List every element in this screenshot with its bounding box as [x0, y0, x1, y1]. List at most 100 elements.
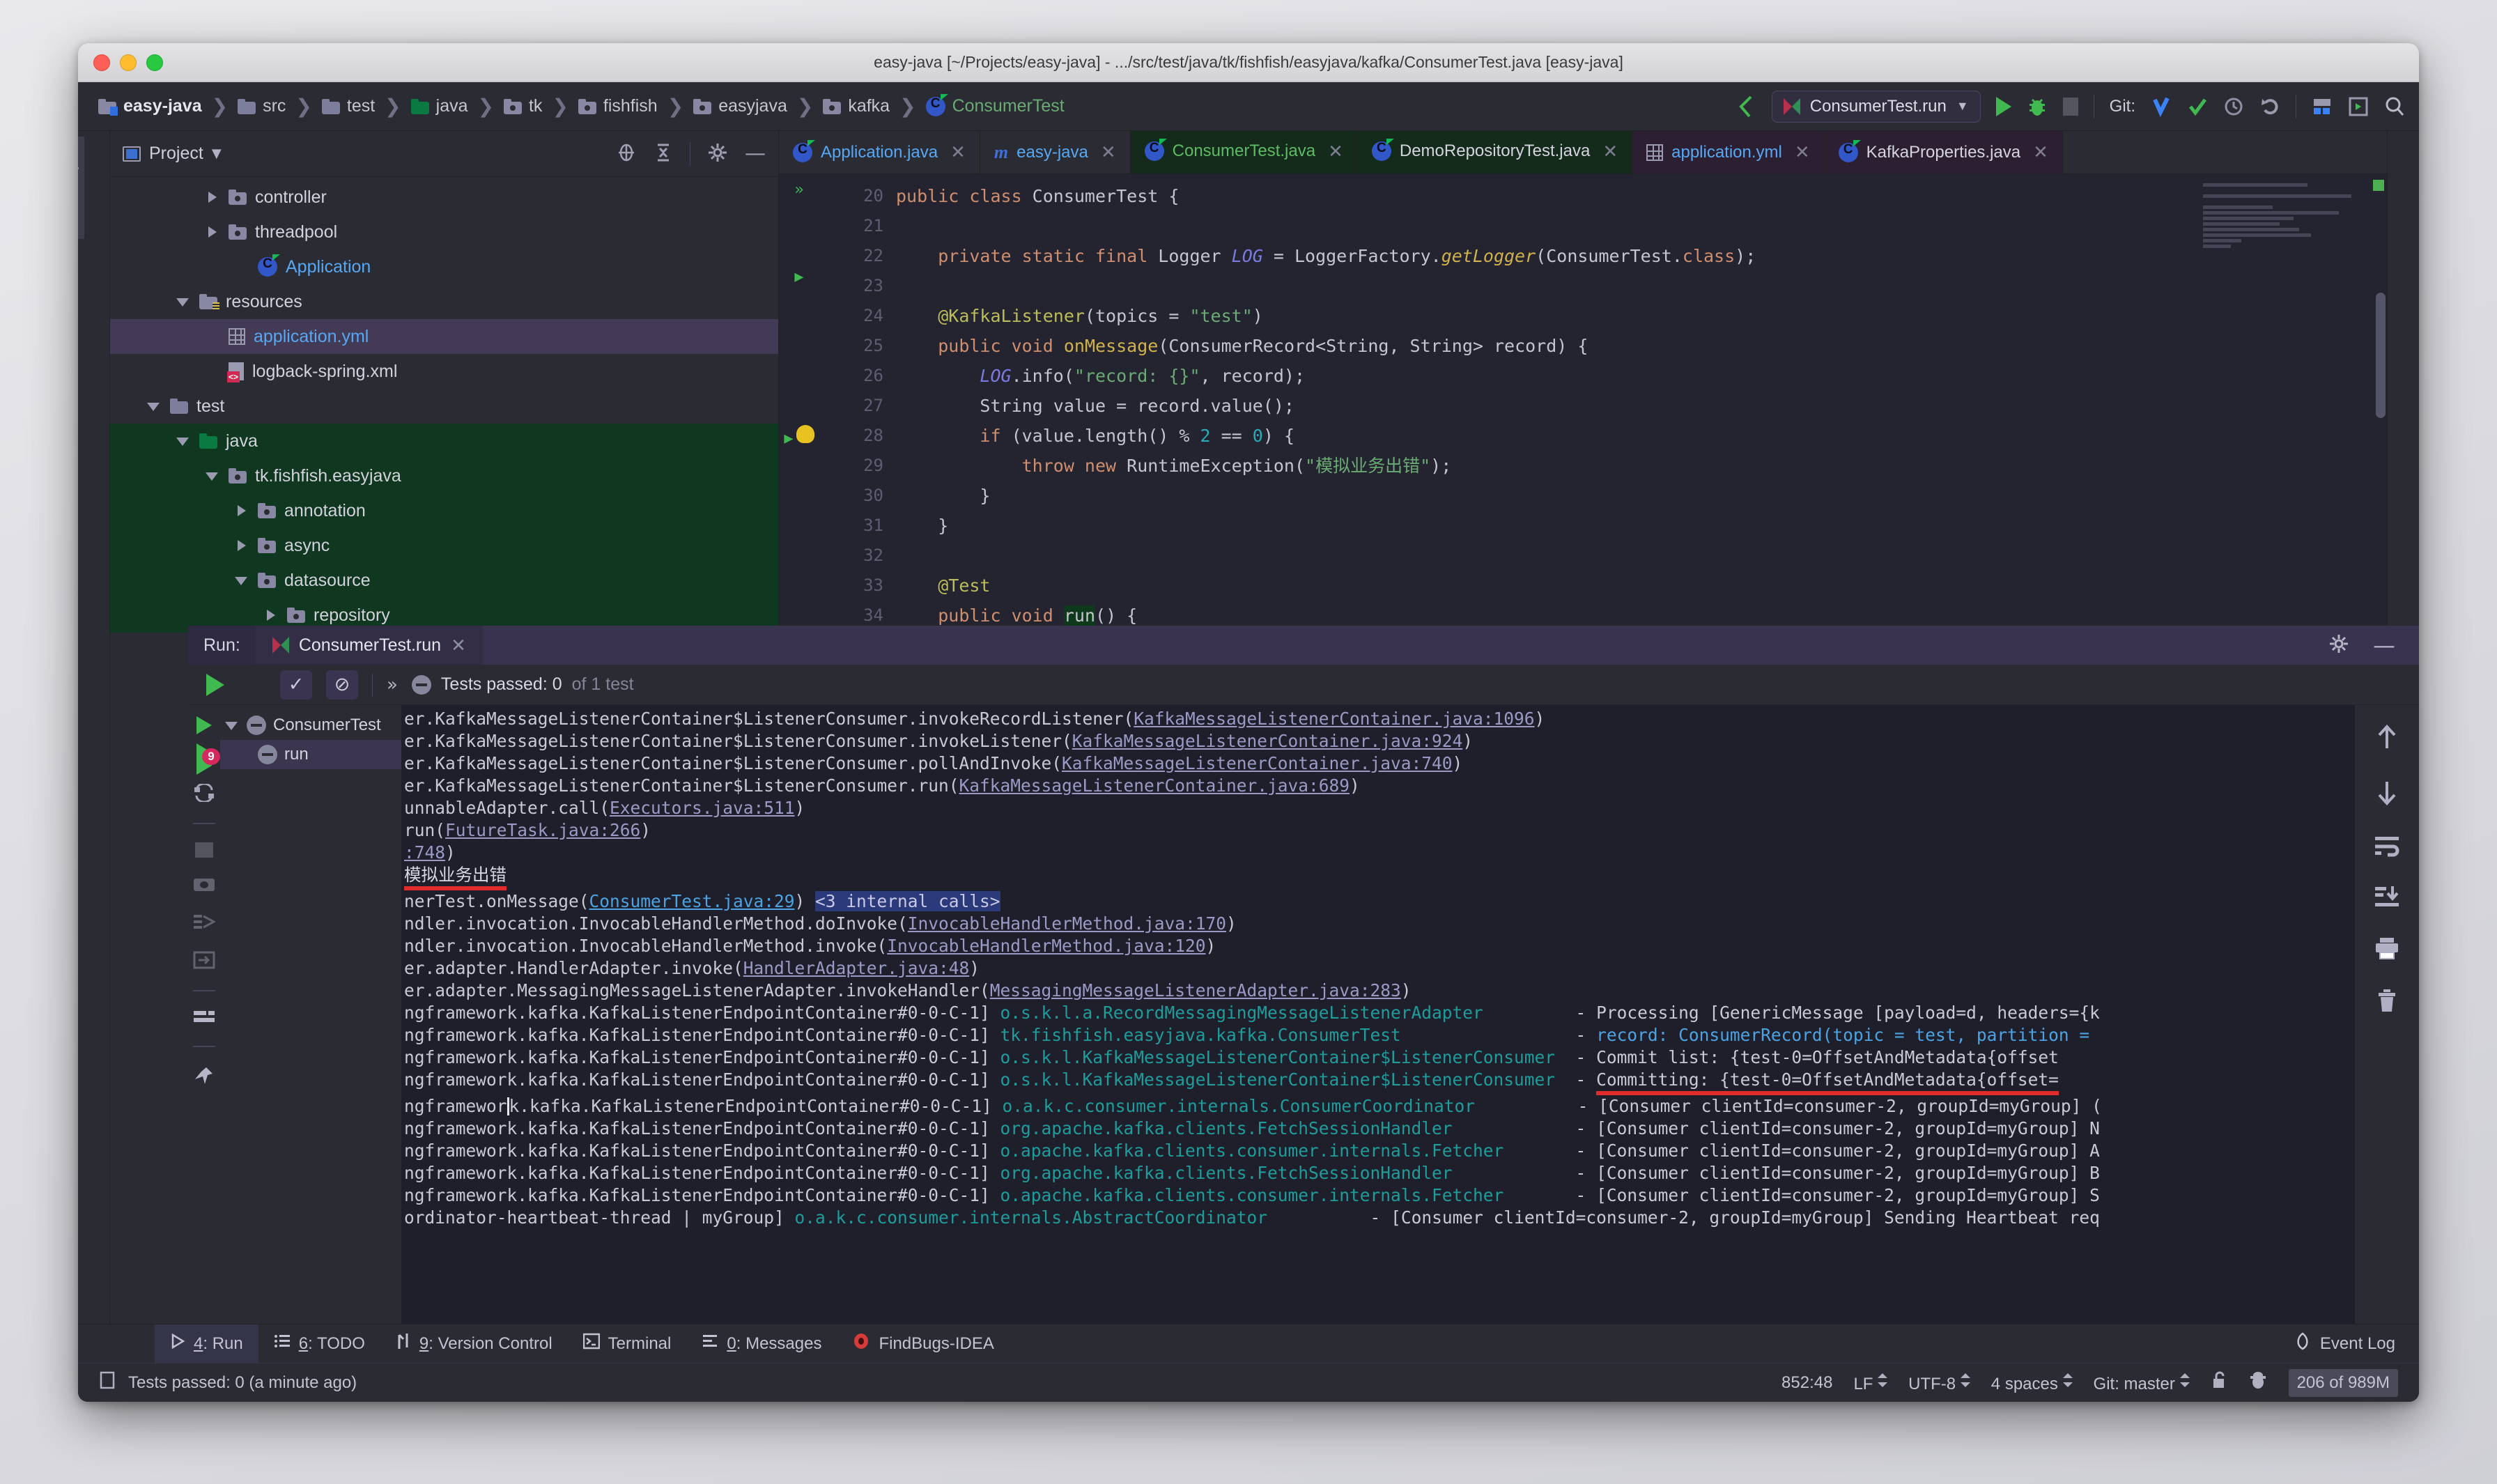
threads-icon[interactable]: [193, 913, 215, 933]
breadcrumb-item-src[interactable]: src: [235, 96, 288, 116]
chevron-down-icon[interactable]: [224, 718, 240, 733]
scroll-to-end-icon[interactable]: [2374, 885, 2400, 911]
code-line[interactable]: throw new RuntimeException("模拟业务出错");: [896, 451, 2387, 481]
tree-item-test[interactable]: test: [110, 389, 778, 424]
code-line[interactable]: public class ConsumerTest {: [896, 181, 2387, 211]
toggle-ignored-icon[interactable]: ⊘: [326, 670, 358, 700]
hide-icon[interactable]: —: [745, 150, 766, 157]
close-icon[interactable]: ✕: [1101, 141, 1116, 163]
log-line[interactable]: ngframework.kafka.KafkaListenerEndpointC…: [401, 1118, 2355, 1140]
run-all-gutter-icon[interactable]: »: [794, 181, 803, 199]
breadcrumb-item-fishfish[interactable]: fishfish: [576, 96, 660, 116]
print-icon[interactable]: [2374, 936, 2400, 963]
breadcrumb-item-easyjava[interactable]: easyjava: [691, 96, 789, 116]
log-line[interactable]: ngframework.kafka.KafkaListenerEndpointC…: [401, 1002, 2355, 1024]
export-icon[interactable]: [193, 951, 215, 972]
stacktrace-link[interactable]: HandlerAdapter.java:48: [743, 958, 970, 978]
soft-wrap-icon[interactable]: [2374, 835, 2400, 860]
stacktrace-link[interactable]: MessagingMessageListenerAdapter.java:283: [990, 980, 1401, 1000]
locate-icon[interactable]: [616, 142, 637, 166]
close-icon[interactable]: ✕: [950, 141, 966, 163]
chevron-down-icon[interactable]: [234, 573, 249, 588]
stacktrace-link[interactable]: KafkaMessageListenerContainer.java:1096: [1134, 709, 1534, 729]
settings-gear-icon[interactable]: [707, 142, 728, 166]
tree-item-annotation[interactable]: annotation: [110, 493, 778, 528]
chevron-down-icon[interactable]: [146, 399, 162, 414]
code-line[interactable]: [896, 541, 2387, 571]
code-line[interactable]: [896, 271, 2387, 301]
rerun-icon[interactable]: [196, 716, 212, 734]
tree-item-controller[interactable]: controller: [110, 180, 778, 215]
encoding-widget[interactable]: UTF-8: [1908, 1371, 1970, 1394]
project-structure-icon[interactable]: [2312, 96, 2333, 117]
tree-item-datasource[interactable]: datasource: [110, 563, 778, 598]
tool-window-bar[interactable]: 4: Run6: TODO9: Version ControlTerminal0…: [78, 1324, 2419, 1363]
console-line[interactable]: er.KafkaMessageListenerContainer$Listene…: [401, 775, 2355, 797]
console-line[interactable]: er.KafkaMessageListenerContainer$Listene…: [401, 730, 2355, 752]
console-line[interactable]: 模拟业务出错: [401, 864, 2355, 890]
close-window-button[interactable]: [93, 54, 110, 71]
test-results-tree[interactable]: ConsumerTestrun: [220, 705, 401, 1324]
close-icon[interactable]: ✕: [451, 635, 466, 656]
tool-window-button-version-control[interactable]: 9: Version Control: [380, 1324, 568, 1363]
console-line[interactable]: run(FutureTask.java:266): [401, 819, 2355, 842]
event-log-button[interactable]: Event Log: [2294, 1331, 2419, 1356]
line-separator-widget[interactable]: LF: [1853, 1371, 1887, 1394]
console-line[interactable]: er.KafkaMessageListenerContainer$Listene…: [401, 708, 2355, 730]
stacktrace-link[interactable]: Executors.java:511: [610, 798, 795, 818]
code-line[interactable]: @KafkaListener(topics = "test"): [896, 301, 2387, 331]
chevron-down-icon[interactable]: ▼: [212, 146, 222, 161]
tool-window-button-run[interactable]: 4: Run: [155, 1324, 258, 1363]
tree-item-application[interactable]: Application: [110, 249, 778, 284]
editor-tab-demorepositorytest-java[interactable]: DemoRepositoryTest.java✕: [1358, 131, 1632, 173]
screenshot-icon[interactable]: [193, 876, 215, 895]
chevron-right-icon[interactable]: [263, 608, 279, 623]
stop-icon[interactable]: [195, 842, 213, 858]
chevron-right-icon[interactable]: [234, 538, 249, 553]
search-everywhere-icon[interactable]: [2384, 96, 2405, 117]
maximize-window-button[interactable]: [146, 54, 163, 71]
console-line[interactable]: ndler.invocation.InvocableHandlerMethod.…: [401, 935, 2355, 957]
stop-icon[interactable]: [2063, 98, 2078, 116]
chevron-down-icon[interactable]: [176, 433, 191, 449]
git-rollback-icon[interactable]: [2259, 95, 2280, 118]
log-line[interactable]: ngframework.kafka.KafkaListenerEndpointC…: [401, 1046, 2355, 1069]
log-line[interactable]: ordinator-heartbeat-thread | myGroup] o.…: [401, 1207, 2355, 1229]
tool-window-button-findbugs-idea[interactable]: FindBugs-IDEA: [837, 1324, 1009, 1363]
git-branch-widget[interactable]: Git: master: [2094, 1371, 2190, 1394]
indent-widget[interactable]: 4 spaces: [1991, 1371, 2073, 1394]
chevron-down-icon[interactable]: [176, 294, 191, 309]
test-tree-item-run[interactable]: run: [220, 740, 401, 769]
close-icon[interactable]: ✕: [1328, 141, 1343, 162]
hide-icon[interactable]: —: [2373, 641, 2395, 649]
editor-tab-kafkaproperties-java[interactable]: KafkaProperties.java✕: [1825, 131, 2063, 173]
code-line[interactable]: public void onMessage(ConsumerRecord<Str…: [896, 331, 2387, 361]
caret-position[interactable]: 852:48: [1781, 1373, 1832, 1393]
preview-icon[interactable]: [2348, 96, 2369, 117]
inspection-status-icon[interactable]: [2373, 180, 2384, 191]
code-line[interactable]: if (value.length() % 2 == 0) {: [896, 421, 2387, 451]
debug-icon[interactable]: [2027, 95, 2048, 118]
console-line[interactable]: nerTest.onMessage(ConsumerTest.java:29) …: [401, 890, 2355, 913]
editor-minimap[interactable]: [2203, 181, 2377, 390]
editor-tab-consumertest-java[interactable]: ConsumerTest.java✕: [1131, 131, 1358, 173]
editor-tab-application-java[interactable]: Application.java✕: [779, 131, 980, 173]
code-line[interactable]: @Test: [896, 571, 2387, 601]
test-tree-item-consumertest[interactable]: ConsumerTest: [220, 711, 401, 740]
toggle-passed-icon[interactable]: ✓: [280, 670, 312, 700]
editor-scrollbar[interactable]: [2376, 293, 2386, 418]
run-icon[interactable]: [1996, 97, 2011, 116]
run-console[interactable]: er.KafkaMessageListenerContainer$Listene…: [401, 705, 2355, 1324]
chevron-down-icon[interactable]: [205, 468, 220, 484]
close-icon[interactable]: ✕: [1795, 141, 1810, 163]
chevron-right-icon[interactable]: [205, 190, 220, 205]
log-line[interactable]: ngframework.kafka.KafkaListenerEndpointC…: [401, 1162, 2355, 1184]
tree-item-resources[interactable]: resources: [110, 284, 778, 319]
expand-icon[interactable]: »: [387, 674, 398, 695]
code-line[interactable]: String value = record.value();: [896, 391, 2387, 421]
editor-tab-easy-java[interactable]: measy-java✕: [980, 131, 1131, 173]
stacktrace-link[interactable]: KafkaMessageListenerContainer.java:740: [1062, 753, 1453, 773]
chevron-right-icon[interactable]: [234, 503, 249, 518]
tool-window-button-messages[interactable]: 0: Messages: [686, 1324, 837, 1363]
memory-indicator[interactable]: 206 of 989M: [2289, 1369, 2398, 1397]
